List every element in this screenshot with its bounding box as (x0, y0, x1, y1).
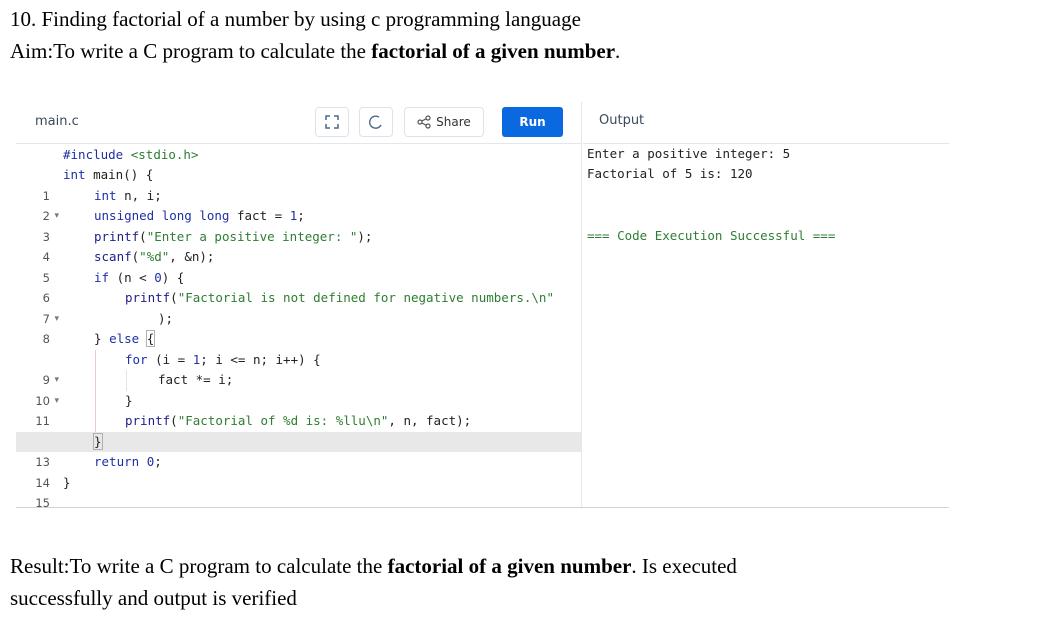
result-prefix: Result:To write a C program to calculate… (10, 554, 388, 578)
code-line: 7 ▾ if (n < 0) { (16, 268, 582, 326)
execution-status: === Code Execution Successful === (587, 228, 836, 243)
code-line-active: 14 } (16, 431, 582, 490)
online-compiler: main.c Share Run 1 #include <stdio.h> 2 ▾… (16, 102, 949, 508)
code-text: return 0; (94, 454, 162, 469)
file-tab[interactable]: main.c (35, 114, 79, 129)
code-text: } (125, 392, 133, 408)
document-heading: 10. Finding factorial of a number by usi… (10, 7, 581, 31)
code-text: printf("Factorial of %d is: %llu\n", n, … (125, 413, 472, 428)
code-text: ); (158, 310, 174, 326)
code-line: 4 unsigned long long fact = 1; (16, 206, 582, 264)
indent-guide (126, 370, 127, 391)
share-icon (417, 115, 431, 129)
indent-guide (95, 411, 96, 432)
aim-bold: factorial of a given number (371, 39, 616, 63)
output-line: Factorial of 5 is: 120 (587, 166, 753, 181)
output-title: Output (599, 113, 645, 128)
code-editor-pane: main.c Share Run 1 #include <stdio.h> 2 ▾… (16, 102, 582, 508)
indent-guide (95, 349, 96, 370)
editor-toolbar: main.c Share Run (16, 102, 582, 144)
code-text: printf("Factorial is not defined for neg… (125, 290, 554, 305)
code-text: } else { (94, 330, 156, 347)
panel-bottom-border (16, 507, 949, 508)
code-line: 9 ▾ } else { (16, 329, 582, 387)
code-text: printf("Enter a positive integer: "); (94, 228, 373, 244)
code-line: 12 } (16, 390, 582, 449)
code-line: 2 ▾ int main() { (16, 165, 582, 223)
aim-prefix: Aim:To write a C program to calculate th… (10, 39, 372, 63)
code-text: } (63, 474, 71, 490)
code-line: 15 return 0; (16, 452, 582, 508)
fullscreen-icon (325, 115, 339, 129)
share-button[interactable]: Share (404, 107, 484, 137)
code-text: } (93, 432, 103, 450)
indent-guide (95, 370, 96, 391)
aim-suffix: . (615, 39, 621, 63)
code-area[interactable]: 1 #include <stdio.h> 2 ▾ int main() { 3 i… (16, 144, 582, 508)
code-text: int main() { (63, 167, 154, 182)
code-text: #include <stdio.h> (63, 146, 199, 162)
code-line: 13 printf("Factorial of %d is: %llu\n", … (16, 411, 582, 469)
fullscreen-button[interactable] (315, 107, 349, 137)
code-text: for (i = 1; i <= n; i++) { (125, 351, 321, 367)
code-line: 6 scanf("%d", &n); (16, 247, 582, 305)
code-line: 11 fact *= i; (16, 370, 582, 428)
code-text: scanf("%d", &n); (94, 249, 215, 264)
result-suffix: . Is executed (631, 554, 737, 578)
code-line: ); (16, 309, 582, 330)
theme-icon (369, 115, 382, 129)
code-text: int n, i; (94, 187, 162, 203)
code-line: 10 ▾ for (i = 1; i <= n; i++) { (16, 349, 582, 408)
code-line: 8 printf("Factorial is not defined for n… (16, 288, 582, 346)
result-bold: factorial of a given number (387, 554, 632, 578)
theme-toggle-button[interactable] (359, 107, 393, 137)
code-line: 1 #include <stdio.h> (16, 145, 582, 203)
code-line: 17 (16, 493, 582, 508)
output-header: Output (583, 102, 949, 144)
code-text: fact *= i; (158, 372, 234, 387)
output-pane: Output Enter a positive integer: 5 Facto… (583, 102, 949, 508)
output-line: Enter a positive integer: 5 (587, 146, 791, 161)
code-line: 16 } (16, 473, 582, 494)
indent-guide (95, 390, 96, 411)
code-text: if (n < 0) { (94, 269, 185, 285)
result-text: Result:To write a C program to calculate… (10, 553, 737, 579)
code-text: unsigned long long fact = 1; (94, 208, 305, 223)
run-button[interactable]: Run (502, 107, 563, 137)
result-text-line2: successfully and output is verified (10, 586, 297, 610)
code-line: 3 int n, i; (16, 186, 582, 244)
aim-text: Aim:To write a C program to calculate th… (10, 38, 620, 64)
share-label: Share (436, 115, 471, 129)
code-line: 5 printf("Enter a positive integer: "); (16, 227, 582, 285)
